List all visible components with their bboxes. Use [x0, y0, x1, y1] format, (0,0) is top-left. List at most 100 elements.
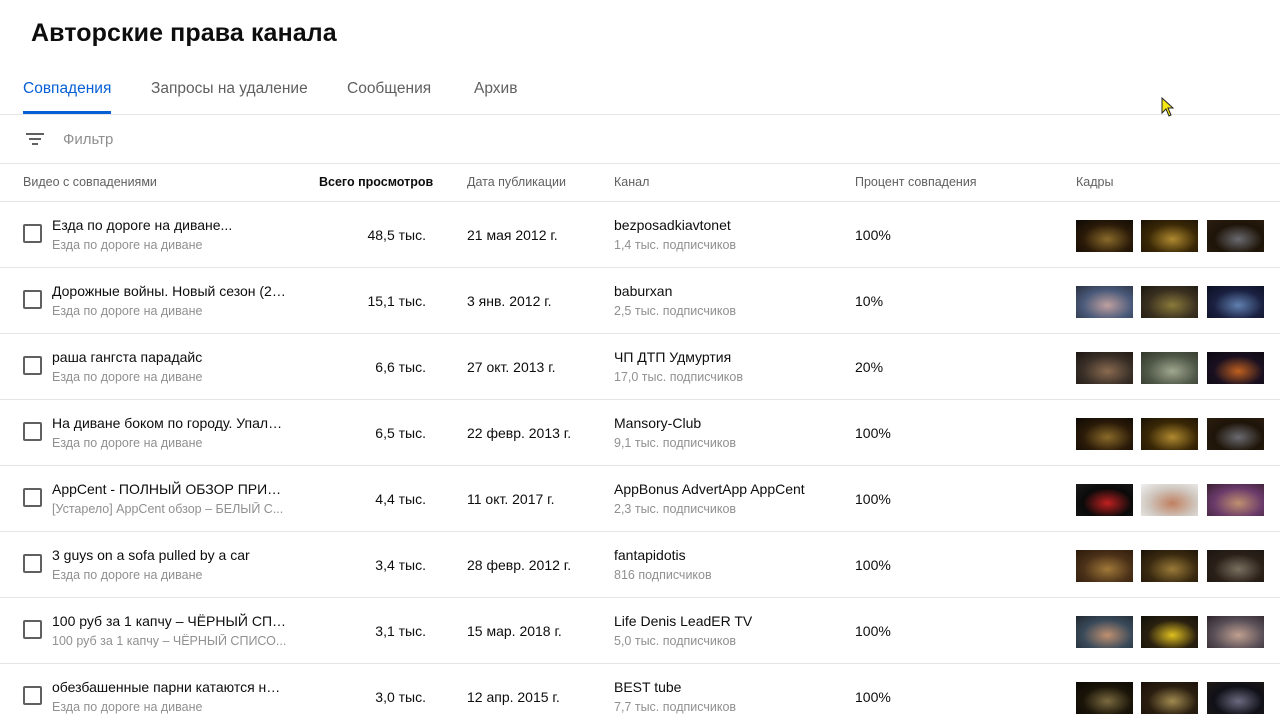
total-views: 4,4 тыс. [375, 491, 426, 507]
channel-name[interactable]: BEST tube [614, 679, 681, 695]
tab-bar: Совпадения Запросы на удаление Сообщения… [0, 66, 1280, 115]
frame-thumbnail[interactable] [1207, 616, 1264, 648]
table-row[interactable]: 3 guys on a sofa pulled by a car Езда по … [0, 532, 1280, 598]
frame-thumbnail[interactable] [1076, 484, 1133, 516]
frame-thumbnail[interactable] [1141, 550, 1198, 582]
video-title[interactable]: Езда по дороге на диване... [52, 217, 288, 233]
frame-thumbnail[interactable] [1141, 220, 1198, 252]
channel-subscribers: 2,5 тыс. подписчиков [614, 304, 737, 318]
filter-bar [0, 115, 1280, 164]
tab-removal-requests[interactable]: Запросы на удаление [151, 66, 308, 114]
total-views: 6,5 тыс. [375, 425, 426, 441]
frame-thumbnail[interactable] [1076, 220, 1133, 252]
frame-thumbnail[interactable] [1207, 220, 1264, 252]
match-percent: 100% [855, 227, 891, 243]
video-subtitle: Езда по дороге на диване [52, 304, 203, 318]
row-checkbox[interactable] [23, 686, 42, 705]
frame-thumbnail[interactable] [1141, 352, 1198, 384]
channel-subscribers: 17,0 тыс. подписчиков [614, 370, 744, 384]
frame-thumbnail[interactable] [1076, 682, 1133, 714]
video-title[interactable]: обезбашенные парни катаются на ... [52, 679, 288, 695]
table-row[interactable]: раша гангста парадайс Езда по дороге на д… [0, 334, 1280, 400]
video-title[interactable]: раша гангста парадайс [52, 349, 288, 365]
video-title[interactable]: 3 guys on a sofa pulled by a car [52, 547, 288, 563]
channel-name[interactable]: Mansory-Club [614, 415, 701, 431]
frame-thumbnail[interactable] [1207, 484, 1264, 516]
publish-date: 11 окт. 2017 г. [467, 491, 555, 507]
frame-thumbnail[interactable] [1076, 286, 1133, 318]
header-video[interactable]: Видео с совпадениями [23, 175, 157, 189]
video-subtitle: Езда по дороге на диване [52, 700, 203, 714]
table-row[interactable]: обезбашенные парни катаются на ... Езда п… [0, 664, 1280, 721]
filter-input[interactable] [63, 127, 663, 151]
publish-date: 21 мая 2012 г. [467, 227, 558, 243]
total-views: 6,6 тыс. [375, 359, 426, 375]
frame-thumbnail[interactable] [1207, 352, 1264, 384]
match-percent: 100% [855, 425, 891, 441]
tab-matches[interactable]: Совпадения [23, 66, 112, 114]
tab-messages[interactable]: Сообщения [347, 66, 431, 114]
channel-name[interactable]: Life Denis LeadER TV [614, 613, 752, 629]
tab-archive[interactable]: Архив [474, 66, 517, 114]
video-title[interactable]: На диване боком по городу. Упали ... [52, 415, 288, 431]
frame-thumbnail[interactable] [1141, 418, 1198, 450]
video-subtitle: [Устарело] AppCent обзор – БЕЛЫЙ С... [52, 502, 284, 516]
frame-thumbnail[interactable] [1207, 550, 1264, 582]
channel-subscribers: 1,4 тыс. подписчиков [614, 238, 737, 252]
channel-name[interactable]: bezposadkiavtonet [614, 217, 731, 233]
channel-name[interactable]: ЧП ДТП Удмуртия [614, 349, 731, 365]
frame-thumbnail[interactable] [1207, 682, 1264, 714]
row-checkbox[interactable] [23, 224, 42, 243]
channel-name[interactable]: fantapidotis [614, 547, 686, 563]
header-views[interactable]: Всего просмотров [319, 175, 433, 189]
frame-thumbnail[interactable] [1076, 550, 1133, 582]
channel-name[interactable]: baburxan [614, 283, 672, 299]
header-percent[interactable]: Процент совпадения [855, 175, 977, 189]
row-checkbox[interactable] [23, 620, 42, 639]
filter-icon[interactable] [25, 131, 45, 147]
video-subtitle: Езда по дороге на диване [52, 436, 203, 450]
total-views: 15,1 тыс. [367, 293, 426, 309]
table-row[interactable]: Дорожные войны. Новый сезон (26... Езда п… [0, 268, 1280, 334]
frame-thumbnail[interactable] [1141, 286, 1198, 318]
video-title[interactable]: Дорожные войны. Новый сезон (26... [52, 283, 288, 299]
match-percent: 100% [855, 491, 891, 507]
frame-thumbnail[interactable] [1076, 352, 1133, 384]
table-row[interactable]: 100 руб за 1 капчу – ЧЁРНЫЙ СПИС... 100 р… [0, 598, 1280, 664]
match-percent: 100% [855, 557, 891, 573]
row-checkbox[interactable] [23, 554, 42, 573]
table-row[interactable]: AppCent - ПОЛНЫЙ ОБЗОР ПРИЛО... [Устарело… [0, 466, 1280, 532]
video-subtitle: Езда по дороге на диване [52, 568, 203, 582]
video-title[interactable]: 100 руб за 1 капчу – ЧЁРНЫЙ СПИС... [52, 613, 288, 629]
header-date[interactable]: Дата публикации [467, 175, 566, 189]
row-checkbox[interactable] [23, 290, 42, 309]
match-percent: 20% [855, 359, 884, 375]
frame-thumbnail[interactable] [1207, 418, 1264, 450]
publish-date: 12 апр. 2015 г. [467, 689, 560, 705]
video-title[interactable]: AppCent - ПОЛНЫЙ ОБЗОР ПРИЛО... [52, 481, 288, 497]
frame-thumbnail[interactable] [1141, 484, 1198, 516]
frame-thumbnail[interactable] [1207, 286, 1264, 318]
channel-subscribers: 5,0 тыс. подписчиков [614, 634, 737, 648]
table-row[interactable]: На диване боком по городу. Упали ... Езда… [0, 400, 1280, 466]
total-views: 3,0 тыс. [375, 689, 426, 705]
channel-subscribers: 2,3 тыс. подписчиков [614, 502, 737, 516]
match-percent: 100% [855, 689, 891, 705]
video-subtitle: Езда по дороге на диване [52, 370, 203, 384]
table-row[interactable]: Езда по дороге на диване... Езда по дорог… [0, 202, 1280, 268]
video-subtitle: Езда по дороге на диване [52, 238, 203, 252]
frame-thumbnail[interactable] [1141, 682, 1198, 714]
frame-thumbnail[interactable] [1141, 616, 1198, 648]
row-checkbox[interactable] [23, 488, 42, 507]
frame-thumbnail[interactable] [1076, 616, 1133, 648]
table-header: Видео с совпадениями Всего просмотров Да… [0, 164, 1280, 202]
match-percent: 100% [855, 623, 891, 639]
channel-name[interactable]: AppBonus AdvertApp AppCent [614, 481, 805, 497]
total-views: 48,5 тыс. [367, 227, 426, 243]
row-checkbox[interactable] [23, 356, 42, 375]
publish-date: 28 февр. 2012 г. [467, 557, 572, 573]
row-checkbox[interactable] [23, 422, 42, 441]
total-views: 3,4 тыс. [375, 557, 426, 573]
frame-thumbnail[interactable] [1076, 418, 1133, 450]
publish-date: 27 окт. 2013 г. [467, 359, 556, 375]
